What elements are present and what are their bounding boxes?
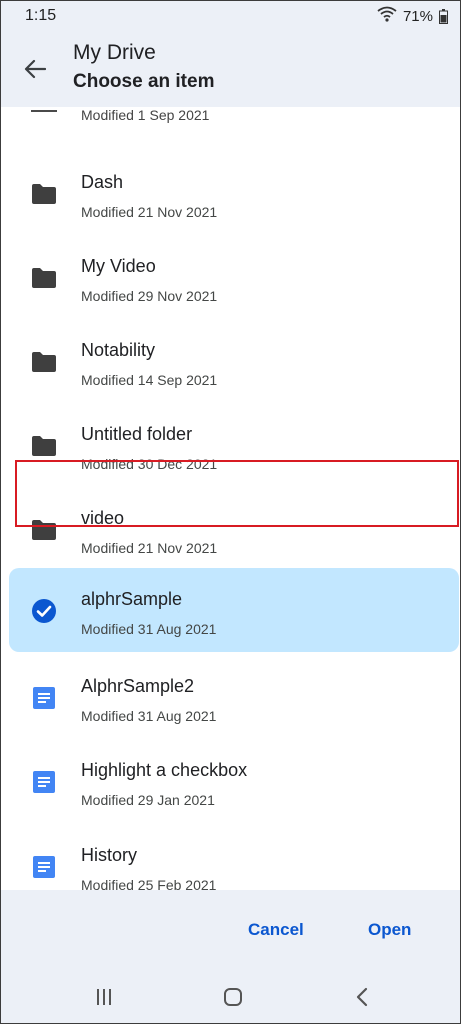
list-item[interactable]: My Video Modified 29 Nov 2021 <box>1 235 460 319</box>
file-list: Modified 1 Sep 2021 Dash Modified 21 Nov… <box>1 107 460 890</box>
list-item[interactable]: video Modified 21 Nov 2021 <box>1 487 460 571</box>
recents-icon <box>97 989 111 1005</box>
doc-icon <box>30 770 58 794</box>
item-name: My Video <box>81 256 156 276</box>
item-name: AlphrSample2 <box>81 676 195 696</box>
arrow-back-icon <box>24 59 46 79</box>
doc-icon <box>30 855 58 879</box>
folder-icon <box>30 518 58 542</box>
back-button[interactable] <box>15 49 55 89</box>
home-button[interactable] <box>218 984 248 1010</box>
home-icon <box>224 988 242 1006</box>
folder-icon <box>30 350 58 374</box>
list-item[interactable]: AlphrSample2 Modified 31 Aug 2021 <box>1 655 460 739</box>
action-bar: Cancel Open <box>1 890 460 970</box>
item-name: Highlight a checkbox <box>81 760 248 780</box>
system-nav-bar <box>1 970 460 1023</box>
item-name: Dash <box>81 172 124 192</box>
status-icons: 71% <box>377 6 448 26</box>
page-title: My Drive <box>73 41 156 64</box>
partial-item-icon <box>31 107 57 112</box>
list-item[interactable]: Notability Modified 14 Sep 2021 <box>1 319 460 403</box>
list-item[interactable]: History Modified 25 Feb 2021 <box>1 824 460 890</box>
cancel-button[interactable]: Cancel <box>248 920 304 940</box>
recents-button[interactable] <box>89 984 119 1010</box>
status-bar: 1:15 71% <box>1 1 460 31</box>
item-meta: Modified 14 Sep 2021 <box>81 372 218 388</box>
item-name: Notability <box>81 340 156 360</box>
battery-icon <box>439 8 448 24</box>
item-meta: Modified 30 Dec 2021 <box>81 456 218 472</box>
folder-icon <box>30 266 58 290</box>
check-circle-icon <box>30 599 58 623</box>
wifi-icon <box>377 6 397 26</box>
item-meta: Modified 29 Jan 2021 <box>81 792 215 808</box>
folder-icon <box>30 434 58 458</box>
list-item[interactable]: Highlight a checkbox Modified 29 Jan 202… <box>1 739 460 823</box>
app-bar: My Drive Choose an item <box>1 31 460 107</box>
chevron-left-icon <box>356 987 368 1007</box>
item-name: alphrSample <box>81 589 183 609</box>
item-meta: Modified 31 Aug 2021 <box>81 708 217 724</box>
list-item[interactable]: Dash Modified 21 Nov 2021 <box>1 151 460 235</box>
item-meta: Modified 25 Feb 2021 <box>81 877 217 890</box>
battery-percent: 71% <box>402 7 433 25</box>
back-nav-button[interactable] <box>347 984 377 1010</box>
item-name: Untitled folder <box>81 424 193 444</box>
screen: 1:15 71% My Drive Choose an item Modifie… <box>0 0 461 1024</box>
list-item[interactable]: Untitled folder Modified 30 Dec 2021 <box>1 403 460 487</box>
folder-icon <box>30 182 58 206</box>
list-item-selected[interactable]: alphrSample Modified 31 Aug 2021 <box>9 568 459 652</box>
item-meta: Modified 21 Nov 2021 <box>81 204 218 220</box>
open-button[interactable]: Open <box>368 920 411 940</box>
partial-item-meta: Modified 1 Sep 2021 <box>81 107 210 123</box>
doc-icon <box>30 686 58 710</box>
item-meta: Modified 21 Nov 2021 <box>81 540 218 556</box>
status-time: 1:15 <box>25 7 57 24</box>
item-name: video <box>81 508 125 528</box>
item-meta: Modified 31 Aug 2021 <box>81 621 217 637</box>
item-meta: Modified 29 Nov 2021 <box>81 288 218 304</box>
page-subtitle: Choose an item <box>73 71 215 92</box>
item-name: History <box>81 845 138 865</box>
